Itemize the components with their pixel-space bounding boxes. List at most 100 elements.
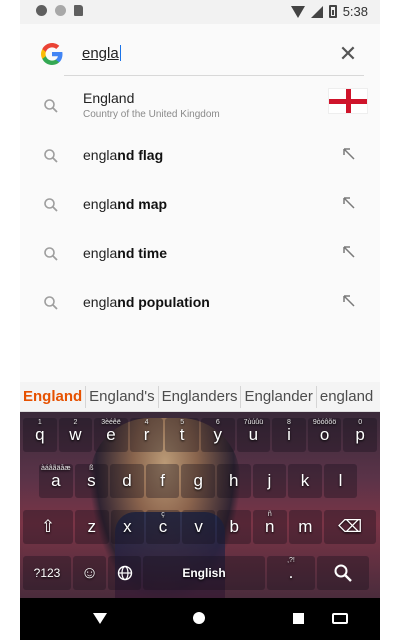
shift-key[interactable]: ⇧ xyxy=(23,510,73,544)
globe-icon xyxy=(117,565,132,581)
period-key[interactable]: ,?! . xyxy=(267,556,315,590)
text-cursor xyxy=(119,45,121,61)
key-i[interactable]: 8i xyxy=(272,418,306,452)
key-x[interactable]: x xyxy=(110,510,145,544)
key-label: k xyxy=(300,471,310,490)
clear-button[interactable]: ✕ xyxy=(338,43,358,65)
keyboard-suggestion[interactable]: Englander xyxy=(241,385,317,408)
key-hint: ç xyxy=(161,511,165,518)
key-v[interactable]: v xyxy=(181,510,216,544)
fill-query-arrow-icon[interactable] xyxy=(342,294,356,308)
search-input[interactable]: engla xyxy=(82,45,121,62)
key-hint: ß xyxy=(89,465,94,472)
key-label: q xyxy=(35,425,45,444)
key-u[interactable]: 7ùúûü u xyxy=(236,418,271,452)
key-g[interactable]: g xyxy=(181,464,215,498)
key-row-1: 1 q 2 w 3èéêë e 4 r 5 t 6 y 7ùúûü u 8 i 9òóôõö o 0 p xyxy=(20,418,380,452)
key-hint: 6 xyxy=(215,419,220,426)
key-q[interactable]: 1q xyxy=(23,418,57,452)
key-label: h xyxy=(229,471,239,490)
suggestion-item[interactable]: england time xyxy=(20,232,380,278)
keyboard-suggestion[interactable]: England xyxy=(20,385,87,408)
symbols-key[interactable]: ?123 xyxy=(23,556,71,590)
key-h[interactable]: h xyxy=(216,464,251,498)
key-w[interactable]: 2w xyxy=(58,418,93,452)
key-d[interactable]: d xyxy=(110,464,144,498)
key-y[interactable]: 6y xyxy=(200,418,235,452)
key-hint: 8 xyxy=(287,419,291,426)
key-r[interactable]: 4r xyxy=(129,418,164,452)
key-row-2: àáâãäåæ a ß s d f g h j k l xyxy=(20,464,380,498)
search-divider xyxy=(64,75,364,76)
key-l[interactable]: l xyxy=(323,464,358,498)
key-label: r xyxy=(143,425,150,444)
suggestion-item[interactable]: england flag xyxy=(20,134,380,180)
fill-query-arrow-icon[interactable] xyxy=(342,245,356,259)
key-label: n xyxy=(265,517,275,536)
language-key[interactable] xyxy=(108,556,141,590)
search-icon xyxy=(334,564,352,582)
fill-query-arrow-icon[interactable] xyxy=(342,147,356,161)
key-p[interactable]: 0p xyxy=(343,418,377,452)
key-hint: 7ùúûü xyxy=(243,419,264,426)
search-icon xyxy=(44,149,58,163)
space-bar[interactable]: English xyxy=(143,556,265,590)
suggestion-item[interactable]: England Country of the United Kingdom xyxy=(20,84,380,130)
keyboard-switch-icon[interactable] xyxy=(332,613,348,624)
back-button[interactable] xyxy=(93,613,107,624)
backspace-icon: ⌫ xyxy=(338,517,363,536)
search-action-key[interactable] xyxy=(317,556,369,590)
key-label: d xyxy=(122,471,132,490)
key-o[interactable]: 9òóôõö o xyxy=(307,418,342,452)
key-row-3: ⇧ zxçcvbñnm ⌫ xyxy=(20,510,380,544)
recents-button[interactable] xyxy=(293,613,304,624)
key-b[interactable]: b xyxy=(217,510,251,544)
phone-screen: 5:38 engla ✕ England Country of the Unit… xyxy=(20,0,380,640)
keyboard-suggestion[interactable]: Englanders xyxy=(159,385,242,408)
suggestion-item[interactable]: england map xyxy=(20,183,380,229)
suggestion-item[interactable]: england population xyxy=(20,281,380,327)
suggestion-text: england map xyxy=(83,196,168,212)
suggestion-text: england time xyxy=(83,245,168,261)
status-time: 5:38 xyxy=(342,4,368,19)
key-label: s xyxy=(87,471,96,490)
key-hint: 3èéêë xyxy=(101,419,121,426)
emoji-key[interactable]: ☺ xyxy=(73,556,106,590)
search-icon xyxy=(44,99,58,113)
key-k[interactable]: k xyxy=(288,464,322,498)
battery-icon xyxy=(328,5,337,18)
key-t[interactable]: 5t xyxy=(165,418,199,452)
search-query-text: engla xyxy=(82,45,119,62)
key-row-3-letters: zxçcvbñnm xyxy=(74,510,323,544)
key-hint: 9òóôõö xyxy=(312,419,337,426)
key-hint: ñ xyxy=(267,511,272,518)
key-z[interactable]: z xyxy=(75,510,109,544)
key-label: b xyxy=(229,517,239,536)
search-icon xyxy=(44,296,58,310)
backspace-key[interactable]: ⌫ xyxy=(324,510,377,544)
key-a[interactable]: àáâãäåæ a xyxy=(39,464,73,498)
keyboard-suggestion[interactable]: england xyxy=(317,386,376,408)
key-f[interactable]: f xyxy=(145,464,180,498)
period-key-hint: ,?! xyxy=(287,557,295,564)
key-label: i xyxy=(287,425,291,444)
key-label: o xyxy=(319,425,330,444)
key-n[interactable]: ñn xyxy=(252,510,287,544)
england-flag-thumbnail xyxy=(328,88,368,114)
key-j[interactable]: j xyxy=(252,464,287,498)
key-s[interactable]: ßs xyxy=(74,464,109,498)
cell-signal-icon xyxy=(310,5,323,18)
suggestion-subtitle: Country of the United Kingdom xyxy=(83,109,220,120)
key-label: l xyxy=(338,471,343,490)
fill-query-arrow-icon[interactable] xyxy=(342,196,356,210)
keyboard-suggestion[interactable]: England's xyxy=(86,385,159,408)
key-hint: 1 xyxy=(37,419,42,426)
status-notifications xyxy=(36,5,83,16)
keyboard-suggestion-strip: England England's Englanders Englander e… xyxy=(20,382,380,412)
key-c[interactable]: çc xyxy=(146,510,180,544)
home-button[interactable] xyxy=(193,612,205,624)
key-m[interactable]: m xyxy=(288,510,323,544)
key-hint: àáâãäåæ xyxy=(41,465,71,472)
key-e[interactable]: 3èéêë e xyxy=(94,418,128,452)
key-label: w xyxy=(69,425,82,444)
